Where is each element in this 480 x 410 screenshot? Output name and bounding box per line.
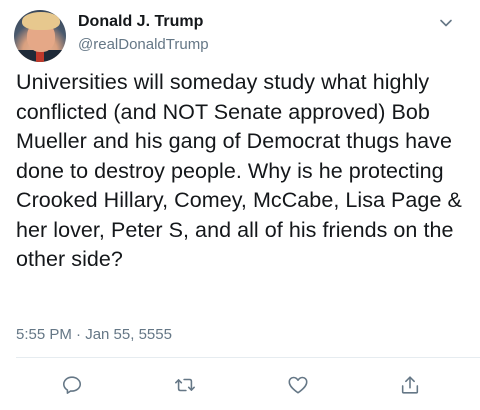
tweet-timestamp[interactable]: 5:55 PM · Jan 55, 5555: [16, 326, 172, 343]
author-name[interactable]: Donald J. Trump: [78, 13, 203, 31]
divider: [16, 357, 480, 358]
heart-icon: [288, 376, 308, 394]
like-button[interactable]: [286, 373, 310, 397]
retweet-button[interactable]: [173, 373, 197, 397]
share-icon: [401, 376, 419, 394]
retweet-icon: [175, 378, 195, 392]
author-handle[interactable]: @realDonaldTrump: [78, 36, 209, 53]
share-button[interactable]: [398, 373, 422, 397]
chevron-down-icon[interactable]: [438, 15, 454, 31]
reply-icon: [62, 376, 82, 394]
reply-button[interactable]: [60, 373, 84, 397]
avatar[interactable]: [14, 10, 66, 62]
tweet-text: Universities will someday study what hig…: [16, 70, 468, 271]
tweet-card: Donald J. Trump @realDonaldTrump Univers…: [0, 0, 480, 410]
avatar-hair: [22, 12, 60, 30]
